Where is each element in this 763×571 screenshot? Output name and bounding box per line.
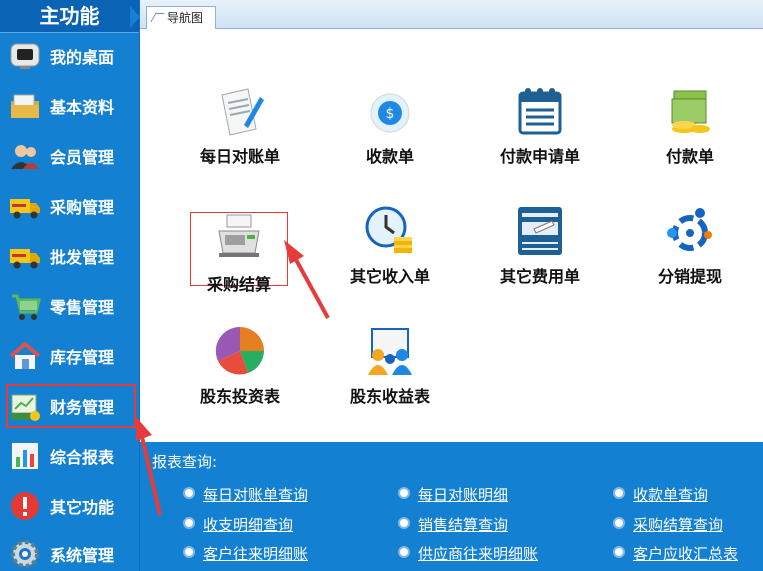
cash-icon	[664, 85, 716, 137]
report-query-panel: 报表查询: 每日对账单查询 每日对账明细 收款单查询 收支明细查询 销售结算查询…	[140, 442, 763, 571]
sidebar-item-label: 批发管理	[50, 248, 115, 267]
people-board-icon	[364, 325, 416, 377]
tile-label: 付款申请单	[499, 147, 580, 166]
main-area: 导航图 每日对账单 $ 收款单 付款申请单 付款单 采购结算 其它收入单 其它费…	[140, 0, 763, 571]
tile-daily-statement[interactable]: 每日对账单	[180, 79, 300, 169]
sidebar-item-members[interactable]: 会员管理	[8, 134, 136, 178]
card-icon	[514, 205, 566, 257]
sidebar-item-finance[interactable]: 财务管理	[6, 384, 136, 428]
tile-purchase-settlement[interactable]: 采购结算	[190, 212, 288, 294]
sidebar-item-desktop[interactable]: 我的桌面	[8, 34, 136, 78]
sidebar-item-label: 库存管理	[50, 348, 115, 367]
bar-chart-icon	[8, 439, 42, 473]
report-link-sales-settlement-query[interactable]: 销售结算查询	[398, 514, 508, 535]
alert-icon	[8, 489, 42, 523]
truck-icon	[8, 239, 42, 273]
distribution-icon	[664, 205, 716, 257]
tile-label: 股东收益表	[349, 387, 430, 406]
tile-payment[interactable]: 付款单	[630, 79, 750, 169]
sidebar-item-label: 会员管理	[50, 148, 115, 167]
cash-register-icon	[213, 213, 265, 265]
notepad-icon	[514, 85, 566, 137]
report-link-supplier-ledger[interactable]: 供应商往来明细账	[398, 543, 538, 564]
sidebar-item-basic-data[interactable]: 基本资料	[8, 84, 136, 128]
tile-label: 采购结算	[206, 275, 271, 294]
sidebar-item-reports[interactable]: 综合报表	[8, 434, 136, 478]
house-icon	[8, 339, 42, 373]
tile-label: 分销提现	[657, 267, 722, 286]
sidebar-item-purchase[interactable]: 采购管理	[8, 184, 136, 228]
tab-navigation-map[interactable]: 导航图	[146, 6, 217, 30]
report-link-purchase-settlement-query[interactable]: 采购结算查询	[613, 514, 723, 535]
report-link-receipt-query[interactable]: 收款单查询	[613, 484, 708, 505]
sidebar-item-label: 综合报表	[50, 448, 115, 467]
report-link-income-expense-detail[interactable]: 收支明细查询	[183, 514, 293, 535]
tile-shareholder-income[interactable]: 股东收益表	[330, 319, 450, 409]
report-query-title: 报表查询:	[152, 453, 218, 471]
tile-label: 收款单	[365, 147, 414, 166]
report-link-daily-statement-query[interactable]: 每日对账单查询	[183, 484, 308, 505]
sidebar-item-label: 财务管理	[50, 398, 115, 417]
sidebar-item-label: 采购管理	[50, 198, 115, 217]
tile-shareholder-investment[interactable]: 股东投资表	[180, 319, 300, 409]
truck-icon	[8, 189, 42, 223]
report-link-daily-statement-detail[interactable]: 每日对账明细	[398, 484, 508, 505]
money-icon	[8, 389, 42, 423]
sidebar-item-label: 我的桌面	[50, 48, 115, 67]
sidebar-title: 主功能	[0, 0, 140, 33]
sidebar-item-label: 零售管理	[50, 298, 115, 317]
svg-text:$: $	[386, 106, 395, 122]
document-pen-icon	[214, 85, 266, 137]
members-icon	[8, 139, 42, 173]
tile-label: 其它收入单	[349, 267, 430, 286]
tile-distribution-withdraw[interactable]: 分销提现	[630, 199, 750, 289]
pie-chart-icon	[214, 325, 266, 377]
sidebar-item-label: 基本资料	[50, 98, 115, 117]
sidebar-item-other[interactable]: 其它功能	[8, 484, 136, 528]
tile-label: 股东投资表	[199, 387, 280, 406]
report-link-customer-ledger[interactable]: 客户往来明细账	[183, 543, 308, 564]
navigation-canvas: 每日对账单 $ 收款单 付款申请单 付款单 采购结算 其它收入单 其它费用单 分…	[140, 29, 763, 442]
tile-label: 其它费用单	[499, 267, 580, 286]
gear-icon	[8, 537, 42, 571]
folder-icon	[8, 89, 42, 123]
sidebar-item-system[interactable]: 系统管理	[8, 532, 136, 571]
sidebar: 主功能 我的桌面 基本资料 会员管理 采购管理 批发管理 零售管理 库存管理 财…	[0, 0, 140, 571]
monitor-icon	[8, 39, 42, 73]
tile-other-income[interactable]: 其它收入单	[330, 199, 450, 289]
money-bag-icon: $	[364, 85, 416, 137]
tab-bar: 导航图	[140, 0, 763, 30]
sidebar-item-retail[interactable]: 零售管理	[8, 284, 136, 328]
clock-coins-icon	[364, 205, 416, 257]
tile-receipt[interactable]: $ 收款单	[330, 79, 450, 169]
sidebar-item-wholesale[interactable]: 批发管理	[8, 234, 136, 278]
sidebar-item-label: 系统管理	[50, 546, 115, 565]
tile-other-expense[interactable]: 其它费用单	[480, 199, 600, 289]
tile-label: 付款单	[665, 147, 714, 166]
sidebar-item-inventory[interactable]: 库存管理	[8, 334, 136, 378]
cart-icon	[8, 289, 42, 323]
tile-label: 每日对账单	[199, 147, 280, 166]
tile-payment-request[interactable]: 付款申请单	[480, 79, 600, 169]
report-link-customer-receivable-summary[interactable]: 客户应收汇总表	[613, 543, 738, 564]
sidebar-item-label: 其它功能	[50, 498, 115, 517]
